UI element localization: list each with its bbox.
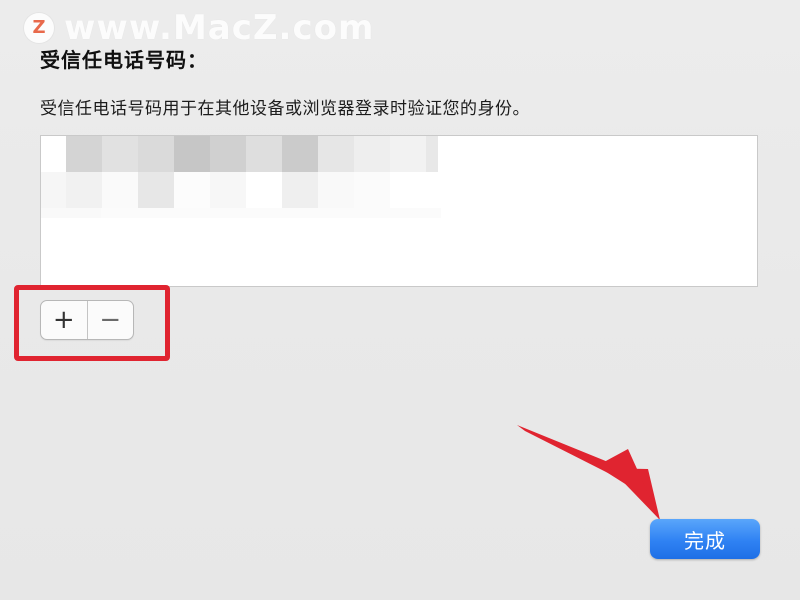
arrow-head-fill (604, 449, 660, 520)
redacted-pixel (66, 172, 102, 208)
redacted-pixel (426, 136, 438, 172)
redacted-pixel (390, 136, 426, 172)
redacted-pixel (318, 172, 354, 208)
page-title: 受信任电话号码： (40, 48, 208, 72)
redacted-pixel (318, 136, 354, 172)
redacted-pixel (138, 172, 174, 208)
redacted-pixel (138, 136, 174, 172)
redacted-pixel (210, 172, 246, 208)
page-description: 受信任电话号码用于在其他设备或浏览器登录时验证您的身份。 (40, 99, 530, 119)
done-button[interactable]: 完成 (650, 519, 760, 559)
redacted-pixel (102, 172, 138, 208)
redacted-pixel (41, 172, 66, 208)
annotation-highlight-box (14, 285, 170, 361)
redacted-pixel (282, 136, 318, 172)
redacted-pixel (174, 172, 210, 208)
site-watermark: Z www.MacZ.com (24, 8, 374, 48)
arrow-head (600, 468, 660, 520)
redacted-pixel (354, 172, 390, 208)
redacted-pixel (102, 136, 138, 172)
redacted-pixel (246, 136, 282, 172)
watermark-logo: Z (24, 13, 54, 43)
redacted-pixel (66, 136, 102, 172)
arrow-shaft (517, 425, 618, 475)
watermark-logo-letter: Z (32, 17, 46, 38)
redacted-pixel (210, 136, 246, 172)
watermark-text: www.MacZ.com (64, 8, 375, 48)
redacted-pixel (101, 208, 441, 218)
redacted-pixel (282, 172, 318, 208)
trusted-phone-list[interactable] (40, 135, 758, 287)
redacted-pixel (41, 208, 101, 218)
redacted-pixel (354, 136, 390, 172)
redacted-pixel (174, 136, 210, 172)
